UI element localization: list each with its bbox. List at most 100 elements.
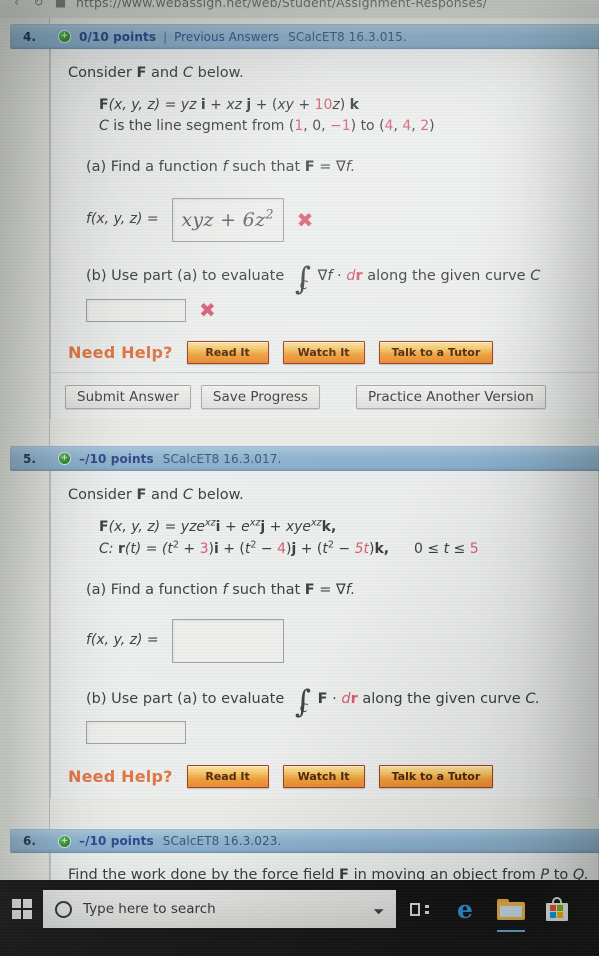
url-text[interactable]: https://www.webassign.net/web/Student/As…	[76, 0, 487, 10]
prompt-pre: Find the work done by the force field	[68, 867, 335, 880]
field-plus-3: +	[298, 97, 311, 114]
question-number-5: 5.	[23, 451, 36, 466]
part-b-prompt-5: (b) Use part (a) to evaluate ∫ C F · dr a…	[86, 683, 541, 720]
question-body-6: Find the work done by the force field F …	[50, 853, 599, 880]
part-a-gradient: ∇f.	[336, 158, 356, 175]
points-label-5: –/10 points	[79, 451, 154, 466]
intro-line-4: Consider F and C below.	[51, 63, 598, 84]
edge-glyph: e	[457, 894, 473, 924]
answer-input-b-4[interactable]	[86, 298, 186, 322]
edge-browser-icon[interactable]: e	[442, 890, 488, 928]
part-a-such: such that	[232, 158, 301, 175]
talk-to-tutor-button-4[interactable]: Talk to a Tutor	[378, 340, 494, 364]
range-le-2: ≤	[453, 541, 466, 558]
submit-answer-button[interactable]: Submit Answer	[65, 384, 191, 409]
cortana-circle-icon[interactable]	[55, 900, 72, 918]
part-a-equals: =	[319, 581, 332, 598]
points-label-6: –/10 points	[79, 834, 154, 848]
talk-to-tutor-button-5[interactable]: Talk to a Tutor	[378, 764, 494, 788]
intro-line-5: Consider F and C below.	[51, 485, 598, 506]
vector-field-line-4: F(x, y, z) = yz i + xz j + (xy + 10z) k	[99, 97, 359, 114]
answer-input-b-5[interactable]	[86, 720, 186, 744]
stop-icon[interactable]: ■	[54, 0, 67, 9]
plus-circle-icon[interactable]: +	[58, 452, 71, 465]
curve-C: C	[99, 118, 109, 135]
c1-exponent: 2	[172, 539, 179, 551]
action-row-4: Submit Answer Save Progress Practice Ano…	[51, 384, 598, 409]
integral-lower-limit: C	[299, 278, 308, 293]
part-b-dr-r: r	[355, 267, 363, 284]
read-it-button-4[interactable]: Read It	[186, 340, 269, 364]
watch-it-button-4[interactable]: Watch It	[282, 340, 365, 364]
c1-operator: +	[183, 541, 196, 558]
integral-lower-limit: C	[299, 701, 308, 716]
save-progress-button[interactable]: Save Progress	[200, 384, 320, 409]
unit-vector-i: i	[213, 541, 219, 558]
c3-operator: −	[338, 541, 351, 558]
part-a-F: F	[304, 581, 315, 598]
need-help-label-5: Need Help?	[68, 766, 173, 786]
prompt-to: to	[553, 867, 569, 880]
points-label-4: 0/10 points	[79, 29, 157, 44]
part-b-text: (b) Use part (a) to evaluate	[86, 267, 285, 284]
answer-input-a-5[interactable]	[171, 618, 284, 663]
part-b-curve: C	[530, 267, 541, 284]
part-b-post: along the given curve	[362, 690, 521, 707]
question-header-5: 5. + –/10 points SCalcET8 16.3.017.	[10, 446, 599, 471]
answer-row-b-5	[51, 720, 598, 744]
search-input[interactable]: Type here to search 🞃	[43, 890, 396, 928]
need-help-label-4: Need Help?	[68, 342, 173, 362]
part-b-text: (b) Use part (a) to evaluate	[86, 690, 285, 707]
dot-product-icon: ·	[332, 690, 337, 707]
field-term-3: xy	[277, 97, 294, 114]
part-a-F: F	[304, 158, 315, 175]
point2-z: 2	[420, 118, 430, 135]
range-low: 0	[414, 541, 423, 558]
answer-input-a-4[interactable]: xyz + 6z2	[171, 197, 284, 242]
question-number-6: 6.	[23, 834, 36, 848]
answer-a-label-4: f(x, y, z) =	[86, 211, 159, 228]
c3-exponent: 2	[327, 539, 334, 551]
microsoft-store-icon[interactable]	[534, 890, 580, 928]
plus-circle-icon[interactable]: +	[58, 30, 71, 43]
question-block-4: 4. + 0/10 points | Previous Answers SCal…	[0, 24, 599, 419]
unit-vector-j: j	[246, 97, 252, 114]
plus-circle-icon[interactable]: +	[58, 834, 71, 848]
file-explorer-icon[interactable]	[488, 890, 534, 932]
refresh-icon[interactable]: ↻	[32, 0, 45, 9]
watch-it-button-5[interactable]: Watch It	[282, 764, 365, 788]
dot-product-icon: ·	[337, 267, 342, 284]
question-header-4: 4. + 0/10 points | Previous Answers SCal…	[10, 24, 599, 49]
back-arrow-icon[interactable]: ‹	[10, 0, 23, 9]
intro-and: and	[150, 65, 179, 81]
part-a-text: (a) Find a function	[86, 581, 218, 598]
range-variable: t	[443, 541, 450, 558]
previous-answers-link[interactable]: Previous Answers	[174, 30, 279, 44]
webassign-page: 4. + 0/10 points | Previous Answers SCal…	[0, 18, 599, 880]
part-b-integrand: ∇f	[317, 267, 333, 284]
practice-another-version-button[interactable]: Practice Another Version	[355, 384, 546, 409]
field-close-paren: )	[339, 97, 346, 114]
field-term-2: e	[241, 519, 250, 536]
divider-4	[51, 371, 598, 373]
point1-y: 0	[312, 118, 322, 135]
read-it-button-5[interactable]: Read It	[186, 764, 269, 788]
answer-a-exponent: 2	[265, 207, 274, 223]
curve-line-4: C is the line segment from (1, 0, −1) to…	[99, 118, 435, 135]
question-body-5: Consider F and C below. F(x, y, z) = yze…	[50, 471, 599, 798]
field-plus-1: +	[210, 97, 222, 114]
point2-x: 4	[384, 118, 394, 135]
prompt-line-6: Find the work done by the force field F …	[51, 865, 598, 880]
range-le-1: ≤	[427, 541, 440, 558]
unit-vector-j: j	[291, 541, 297, 558]
curve-to: ) to (	[350, 118, 385, 135]
question-code-4: SCalcET8 16.3.015.	[288, 29, 407, 44]
microphone-icon[interactable]: 🞃	[373, 900, 388, 918]
need-help-row-5: Need Help? Read It Watch It Talk to a Tu…	[51, 764, 598, 788]
unit-vector-k: k,	[374, 541, 390, 558]
windows-start-icon[interactable]	[0, 890, 43, 928]
unit-vector-j: j	[260, 519, 266, 536]
part-b-post: along the given curve	[367, 267, 526, 284]
task-view-icon[interactable]	[396, 890, 442, 928]
field-z: z	[332, 97, 340, 114]
